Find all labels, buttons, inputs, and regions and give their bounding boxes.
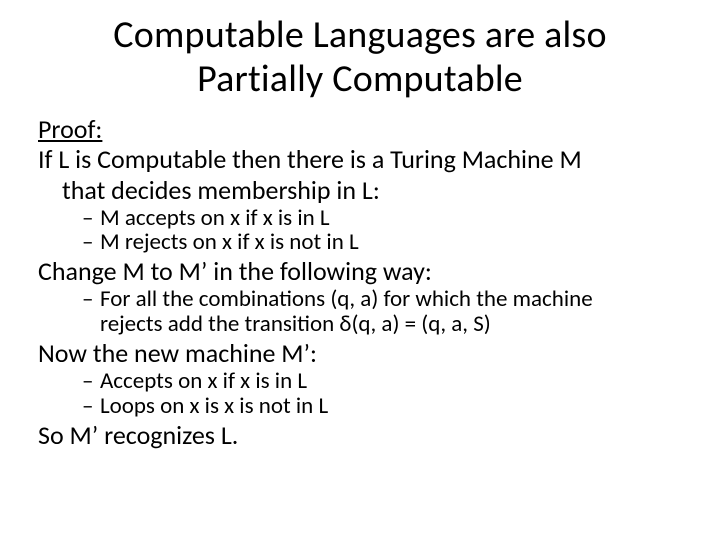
so-line: So M’ recognizes L. bbox=[38, 421, 682, 449]
slide: Computable Languages are also Partially … bbox=[0, 0, 720, 540]
title-line-2: Partially Computable bbox=[197, 56, 523, 102]
slide-title: Computable Languages are also Partially … bbox=[38, 14, 682, 101]
dash-icon: – bbox=[82, 369, 100, 394]
bullet-new-accepts: –Accepts on x if x is in L bbox=[38, 369, 682, 394]
title-line-1: Computable Languages are also bbox=[113, 12, 606, 58]
bullet-rejects: –M rejects on x if x is not in L bbox=[38, 230, 682, 255]
slide-body: Proof: If L is Computable then there is … bbox=[38, 115, 682, 448]
bullet-new-loops: –Loops on x is x is not in L bbox=[38, 394, 682, 419]
intro-line-1: If L is Computable then there is a Turin… bbox=[38, 145, 682, 173]
change-line: Change M to M’ in the following way: bbox=[38, 257, 682, 285]
bullet-transition-1: –For all the combinations (q, a) for whi… bbox=[38, 287, 682, 312]
bullet-rejects-text: M rejects on x if x is not in L bbox=[100, 228, 359, 256]
dash-icon: – bbox=[82, 394, 100, 419]
bullet-new-accepts-text: Accepts on x if x is in L bbox=[100, 367, 307, 395]
proof-label-text: Proof: bbox=[38, 113, 102, 145]
proof-label: Proof: bbox=[38, 115, 682, 143]
dash-icon: – bbox=[82, 230, 100, 255]
dash-icon: – bbox=[82, 287, 100, 312]
bullet-new-loops-text: Loops on x is x is not in L bbox=[100, 392, 328, 420]
now-line: Now the new machine M’: bbox=[38, 339, 682, 367]
bullet-transition-2: rejects add the transition δ(q, a) = (q,… bbox=[38, 312, 682, 337]
bullet-accepts: –M accepts on x if x is in L bbox=[38, 206, 682, 231]
bullet-transition-1-text: For all the combinations (q, a) for whic… bbox=[100, 285, 593, 313]
intro-line-2: that decides membership in L: bbox=[38, 176, 682, 204]
dash-icon: – bbox=[82, 206, 100, 231]
bullet-accepts-text: M accepts on x if x is in L bbox=[100, 204, 330, 232]
